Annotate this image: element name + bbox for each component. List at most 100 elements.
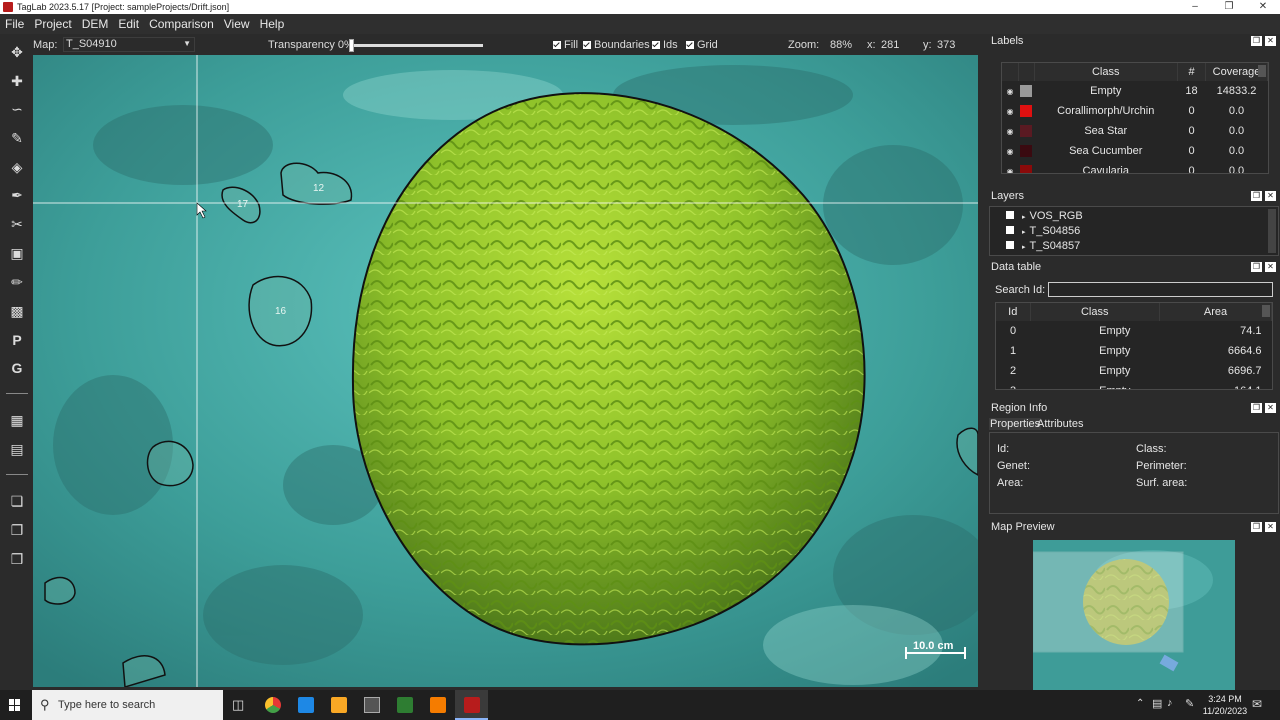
data-table-scrollbar[interactable] [1262, 305, 1270, 317]
layer-item[interactable]: ▸ T_S04857 [1006, 239, 1080, 255]
move-icon[interactable]: ✥ [6, 41, 28, 63]
map-preview-thumbnail[interactable] [1033, 540, 1235, 690]
close-icon[interactable]: ✕ [1265, 522, 1276, 532]
close-button[interactable]: ✕ [1246, 0, 1280, 14]
brush-icon[interactable]: ✒ [6, 184, 28, 206]
edit-border-icon[interactable]: ✎ [6, 127, 28, 149]
header-id[interactable]: Id [996, 303, 1031, 321]
menu-project[interactable]: Project [29, 17, 76, 31]
menu-help[interactable]: Help [255, 17, 290, 31]
taskbar-search[interactable]: ⚲ Type here to search [32, 690, 223, 720]
pycharm-icon[interactable] [397, 697, 413, 713]
split-icon[interactable]: ✂ [6, 213, 28, 235]
windows-start-icon[interactable] [9, 699, 21, 711]
eye-icon[interactable]: ◉ [1002, 81, 1018, 101]
freehand-icon[interactable]: ∽ [6, 98, 28, 120]
expand-icon[interactable]: ▸ [1022, 229, 1026, 236]
viewport-rect[interactable] [1033, 551, 1184, 653]
mail-icon[interactable] [298, 697, 314, 713]
chrome-icon[interactable] [265, 697, 281, 713]
layer-checkbox[interactable] [1006, 211, 1014, 219]
volume-icon[interactable]: ♪ [1167, 697, 1173, 709]
label-row[interactable]: ◉ Corallimorph/Urchin 0 0.0 [1002, 101, 1268, 121]
notifications-icon[interactable]: ✉ [1252, 697, 1262, 711]
header-count[interactable]: # [1177, 63, 1206, 81]
grid-checkbox[interactable]: Grid [686, 39, 718, 51]
minimize-button[interactable]: – [1178, 0, 1212, 14]
table-row[interactable]: 3Empty164.1 [996, 381, 1272, 389]
transparency-slider[interactable] [349, 39, 483, 52]
boundaries-checkbox[interactable]: Boundaries [583, 39, 650, 51]
close-icon[interactable]: ✕ [1265, 36, 1276, 46]
transparency-slider-handle[interactable] [349, 39, 354, 52]
menu-file[interactable]: File [0, 17, 29, 31]
deepextreme-icon[interactable]: P [6, 329, 28, 351]
tab-attributes[interactable]: Attributes [1037, 418, 1083, 430]
layer-checkbox[interactable] [1006, 226, 1014, 234]
undock-icon[interactable]: ❐ [1251, 36, 1262, 46]
map-viewer[interactable]: 12 17 16 10.0 cm [33, 55, 978, 687]
assign-icon[interactable]: ✚ [6, 70, 28, 92]
show-hidden-icons-icon[interactable]: ⌃ [1136, 698, 1144, 709]
table-icon[interactable]: ▤ [6, 438, 28, 460]
orthomosaic-image[interactable]: 12 17 16 10.0 cm [33, 55, 978, 687]
label-row[interactable]: ◉ Sea Star 0 0.0 [1002, 121, 1268, 141]
search-id-input[interactable] [1048, 282, 1273, 297]
eye-icon[interactable]: ◉ [1002, 101, 1018, 121]
table-row[interactable]: 1 Empty 6664.6 [996, 341, 1272, 361]
terminal-icon[interactable] [364, 697, 380, 713]
map-select[interactable]: T_S04910 ▼ [63, 37, 195, 52]
table-row[interactable]: 2 Empty 6696.7 [996, 361, 1272, 381]
region-boundary[interactable] [146, 440, 194, 487]
fill-checkbox[interactable]: Fill [553, 39, 578, 51]
layers-tree[interactable]: ▸ VOS_RGB ▸ T_S04856 ▸ T_S04857 [989, 206, 1279, 256]
undock-icon[interactable]: ❐ [1251, 522, 1262, 532]
grid-tool-icon[interactable]: ▦ [6, 409, 28, 431]
header-class[interactable]: Class [1034, 63, 1178, 81]
clock-time[interactable]: 3:24 PM [1203, 694, 1247, 704]
undock-icon[interactable]: ❐ [1251, 403, 1262, 413]
labels-table[interactable]: Class # Coverage ◉ Empty 18 14833.2 ◉ Coralli… [1001, 62, 1269, 174]
menu-edit[interactable]: Edit [113, 17, 144, 31]
ruler-icon[interactable]: ✏ [6, 271, 28, 293]
data-table[interactable]: Id Class Area 0 Empty 74.1 1 Empty 6664.6 2 Emp… [995, 302, 1273, 390]
undock-icon[interactable]: ❐ [1251, 262, 1262, 272]
close-icon[interactable]: ✕ [1265, 191, 1276, 201]
eye-icon[interactable]: ◉ [1002, 161, 1018, 173]
image-icon[interactable]: ▣ [6, 242, 28, 264]
layer-checkbox[interactable] [1006, 241, 1014, 249]
sublime-icon[interactable] [430, 697, 446, 713]
labels-scrollbar[interactable] [1258, 65, 1266, 77]
compare-icon[interactable]: ❐ [6, 519, 28, 541]
menu-dem[interactable]: DEM [77, 17, 114, 31]
expand-icon[interactable]: ▸ [1022, 244, 1026, 251]
undock-icon[interactable]: ❐ [1251, 191, 1262, 201]
header-class[interactable]: Class [1030, 303, 1160, 321]
cut-icon[interactable]: ◈ [6, 156, 28, 178]
clock-date[interactable]: 11/20/2023 [1201, 706, 1249, 716]
label-row[interactable]: ◉ Cavularia 0 0.0 [1002, 161, 1268, 173]
eye-icon[interactable]: ◉ [1002, 141, 1018, 161]
tab-properties[interactable]: Properties [989, 418, 1042, 430]
close-icon[interactable]: ✕ [1265, 403, 1276, 413]
network-icon[interactable]: ▤ [1152, 697, 1162, 710]
close-icon[interactable]: ✕ [1265, 262, 1276, 272]
layers-tool-icon[interactable]: ❏ [6, 490, 28, 512]
layer-item[interactable]: ▸ VOS_RGB [1006, 209, 1083, 225]
ritm-icon[interactable]: G [6, 357, 28, 379]
export-icon[interactable]: ❒ [6, 548, 28, 570]
label-row[interactable]: ◉ Empty 18 14833.2 [1002, 81, 1268, 101]
layers-scrollbar[interactable] [1268, 209, 1276, 253]
label-row[interactable]: ◉ Sea Cucumber 0 0.0 [1002, 141, 1268, 161]
layer-item[interactable]: ▸ T_S04856 [1006, 224, 1080, 240]
menu-comparison[interactable]: Comparison [144, 17, 219, 31]
expand-icon[interactable]: ▸ [1022, 214, 1026, 221]
watershed-icon[interactable]: ▩ [6, 300, 28, 322]
menu-view[interactable]: View [219, 17, 255, 31]
taglab-taskbar-button[interactable] [455, 690, 488, 720]
ids-checkbox[interactable]: Ids [652, 39, 678, 51]
header-area[interactable]: Area [1159, 303, 1272, 321]
pen-icon[interactable]: ✎ [1185, 697, 1194, 710]
eye-icon[interactable]: ◉ [1002, 121, 1018, 141]
map-preview[interactable] [1033, 540, 1235, 690]
